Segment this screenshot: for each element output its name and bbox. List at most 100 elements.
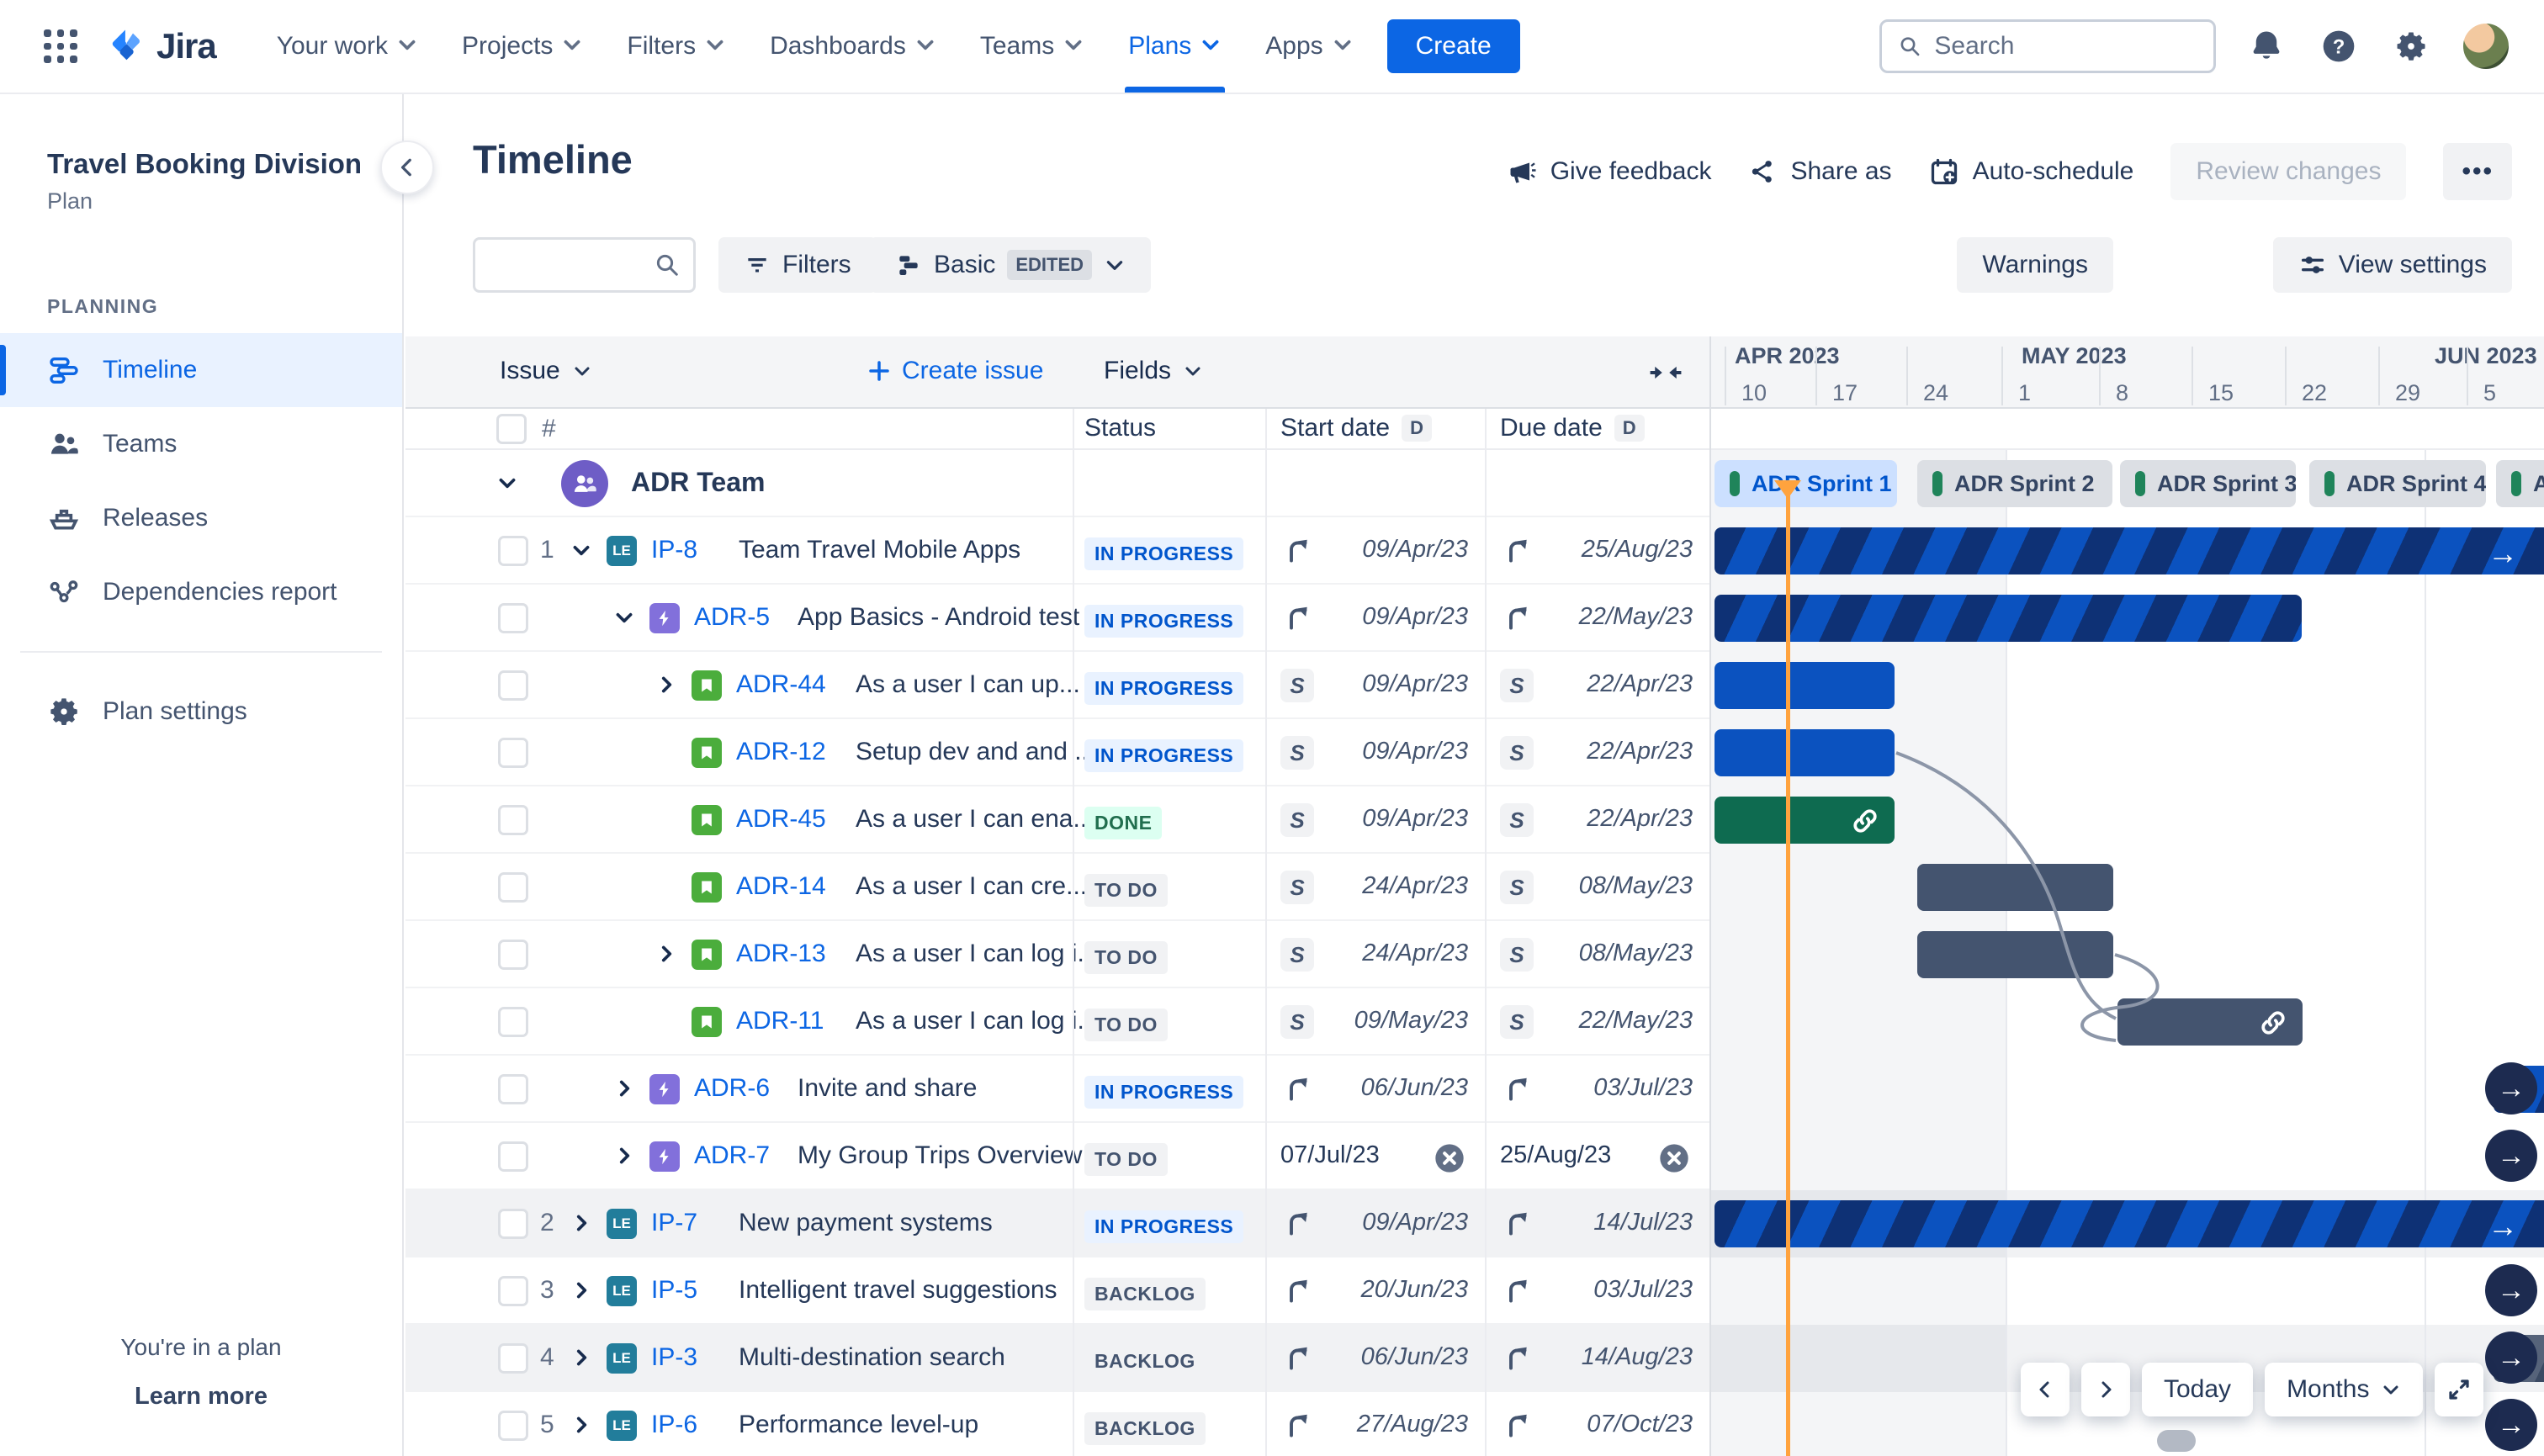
issue-title[interactable]: My Group Trips Overview xyxy=(798,1141,1082,1170)
date-cell[interactable]: 25/Aug/23 xyxy=(1485,517,1709,585)
status-column-header[interactable]: Status xyxy=(1084,414,1156,442)
date-cell[interactable]: 03/Jul/23 xyxy=(1485,1056,1709,1123)
gantt-bar[interactable] xyxy=(1715,662,1895,709)
date-cell[interactable]: 07/Oct/23 xyxy=(1485,1392,1709,1456)
issue-key[interactable]: IP-5 xyxy=(651,1276,697,1305)
issue-title[interactable]: Invite and share xyxy=(798,1074,977,1103)
row-checkbox[interactable] xyxy=(498,1007,528,1037)
issue-title[interactable]: As a user I can log i... xyxy=(856,940,1098,968)
issue-key[interactable]: ADR-6 xyxy=(694,1074,770,1103)
issue-key[interactable]: ADR-14 xyxy=(736,872,826,901)
row-expand-chevron[interactable] xyxy=(570,1347,592,1373)
issue-title[interactable]: Setup dev and and ... xyxy=(856,738,1095,766)
gantt-bar[interactable] xyxy=(1715,595,2302,642)
issue-title[interactable]: Team Travel Mobile Apps xyxy=(739,536,1020,564)
gantt-bar[interactable]: → xyxy=(1715,1200,2544,1247)
status-badge[interactable]: IN PROGRESS xyxy=(1084,739,1244,772)
status-badge[interactable]: IN PROGRESS xyxy=(1084,1076,1244,1109)
scroll-right-button[interactable] xyxy=(2081,1363,2130,1416)
gantt-bar[interactable] xyxy=(1715,797,1895,844)
issue-key[interactable]: ADR-11 xyxy=(736,1007,824,1035)
issue-key[interactable]: ADR-7 xyxy=(694,1141,770,1170)
sidebar-item-teams[interactable]: Teams xyxy=(0,407,402,481)
collapse-fields-icon[interactable] xyxy=(1649,358,1683,391)
sprint-pill[interactable]: ADR Sprint 3 xyxy=(2120,460,2296,507)
date-cell[interactable]: S 22/Apr/23 xyxy=(1485,786,1709,854)
select-all-checkbox[interactable] xyxy=(496,414,527,444)
date-cell[interactable]: 06/Jun/23 xyxy=(1265,1056,1485,1123)
create-issue-button[interactable]: Create issue xyxy=(867,357,1043,385)
date-cell[interactable]: S 24/Apr/23 xyxy=(1265,921,1485,988)
date-cell[interactable]: 22/May/23 xyxy=(1485,585,1709,652)
row-expand-chevron[interactable] xyxy=(613,1145,635,1171)
issue-title[interactable]: As a user I can up... xyxy=(856,670,1080,699)
date-cell[interactable]: S 09/Apr/23 xyxy=(1265,719,1485,786)
help-icon[interactable]: ? xyxy=(2317,24,2361,68)
nav-item-projects[interactable]: Projects xyxy=(443,0,602,93)
date-cell[interactable]: 25/Aug/23 xyxy=(1485,1123,1709,1190)
date-cell[interactable]: 06/Jun/23 xyxy=(1265,1325,1485,1392)
issue-column-menu[interactable]: Issue xyxy=(500,357,592,385)
table-gantt-divider[interactable] xyxy=(1709,336,1711,1456)
date-cell[interactable]: S 22/May/23 xyxy=(1485,988,1709,1056)
settings-gear-icon[interactable] xyxy=(2389,24,2433,68)
issue-key[interactable]: IP-7 xyxy=(651,1209,697,1237)
give-feedback-button[interactable]: Give feedback xyxy=(1507,156,1711,187)
row-expand-chevron[interactable] xyxy=(570,1279,592,1305)
sprint-pill[interactable]: ADR Sprint 5 xyxy=(2496,460,2544,507)
scroll-to-bar-button[interactable]: → xyxy=(2485,1264,2537,1316)
date-cell[interactable]: S 08/May/23 xyxy=(1485,921,1709,988)
row-expand-chevron[interactable] xyxy=(570,1212,592,1238)
issue-title[interactable]: Performance level-up xyxy=(739,1411,978,1439)
issue-key[interactable]: ADR-12 xyxy=(736,738,826,766)
date-cell[interactable]: 14/Jul/23 xyxy=(1485,1190,1709,1257)
review-changes-button[interactable]: Review changes xyxy=(2170,143,2407,200)
row-checkbox[interactable] xyxy=(498,1343,528,1374)
clear-date-button[interactable] xyxy=(1657,1141,1691,1179)
notifications-bell-icon[interactable] xyxy=(2245,24,2288,68)
date-cell[interactable]: 14/Aug/23 xyxy=(1485,1325,1709,1392)
due-date-column-header[interactable]: Due date D xyxy=(1500,414,1645,442)
clear-date-button[interactable] xyxy=(1433,1141,1466,1179)
status-badge[interactable]: TO DO xyxy=(1084,1143,1168,1176)
horizontal-scrollbar-thumb[interactable] xyxy=(2157,1430,2196,1452)
date-cell[interactable]: S 22/Apr/23 xyxy=(1485,719,1709,786)
issue-title[interactable]: As a user I can cre... xyxy=(856,872,1087,901)
date-cell[interactable]: 09/Apr/23 xyxy=(1265,585,1485,652)
date-cell[interactable]: S 22/Apr/23 xyxy=(1485,652,1709,719)
status-badge[interactable]: IN PROGRESS xyxy=(1084,537,1244,570)
gantt-bar[interactable]: → xyxy=(1715,527,2544,574)
scroll-to-bar-button[interactable]: → xyxy=(2485,1062,2537,1115)
row-checkbox[interactable] xyxy=(498,940,528,970)
status-badge[interactable]: IN PROGRESS xyxy=(1084,1210,1244,1243)
row-checkbox[interactable] xyxy=(498,536,528,566)
scroll-to-bar-button[interactable]: → xyxy=(2485,1332,2537,1384)
gantt-bar[interactable] xyxy=(1917,864,2113,911)
create-button[interactable]: Create xyxy=(1386,19,1520,73)
share-as-button[interactable]: Share as xyxy=(1748,157,1892,186)
gantt-bar[interactable] xyxy=(2117,998,2303,1046)
status-badge[interactable]: IN PROGRESS xyxy=(1084,672,1244,705)
date-cell[interactable]: 09/Apr/23 xyxy=(1265,517,1485,585)
issue-title[interactable]: Intelligent travel suggestions xyxy=(739,1276,1057,1305)
date-cell[interactable]: 03/Jul/23 xyxy=(1485,1257,1709,1325)
issue-key[interactable]: IP-8 xyxy=(651,536,697,564)
issue-key[interactable]: IP-3 xyxy=(651,1343,697,1372)
row-checkbox[interactable] xyxy=(498,670,528,701)
view-mode-button[interactable]: Basic EDITED xyxy=(870,237,1152,293)
gantt-bar[interactable] xyxy=(1715,729,1895,776)
status-badge[interactable]: IN PROGRESS xyxy=(1084,605,1244,638)
row-checkbox[interactable] xyxy=(498,805,528,835)
date-cell[interactable]: S 09/Apr/23 xyxy=(1265,652,1485,719)
clear-date-icon[interactable] xyxy=(1433,1141,1466,1175)
issue-key[interactable]: ADR-5 xyxy=(694,603,770,632)
row-checkbox[interactable] xyxy=(498,1074,528,1104)
row-checkbox[interactable] xyxy=(498,603,528,633)
date-cell[interactable]: 27/Aug/23 xyxy=(1265,1392,1485,1456)
clear-date-icon[interactable] xyxy=(1657,1141,1691,1175)
issue-title[interactable]: New payment systems xyxy=(739,1209,993,1237)
sprint-pill[interactable]: ADR Sprint 4 xyxy=(2309,460,2486,507)
global-search[interactable] xyxy=(1879,19,2216,73)
sidebar-item-timeline[interactable]: Timeline xyxy=(0,333,402,407)
scroll-left-button[interactable] xyxy=(2021,1363,2070,1416)
